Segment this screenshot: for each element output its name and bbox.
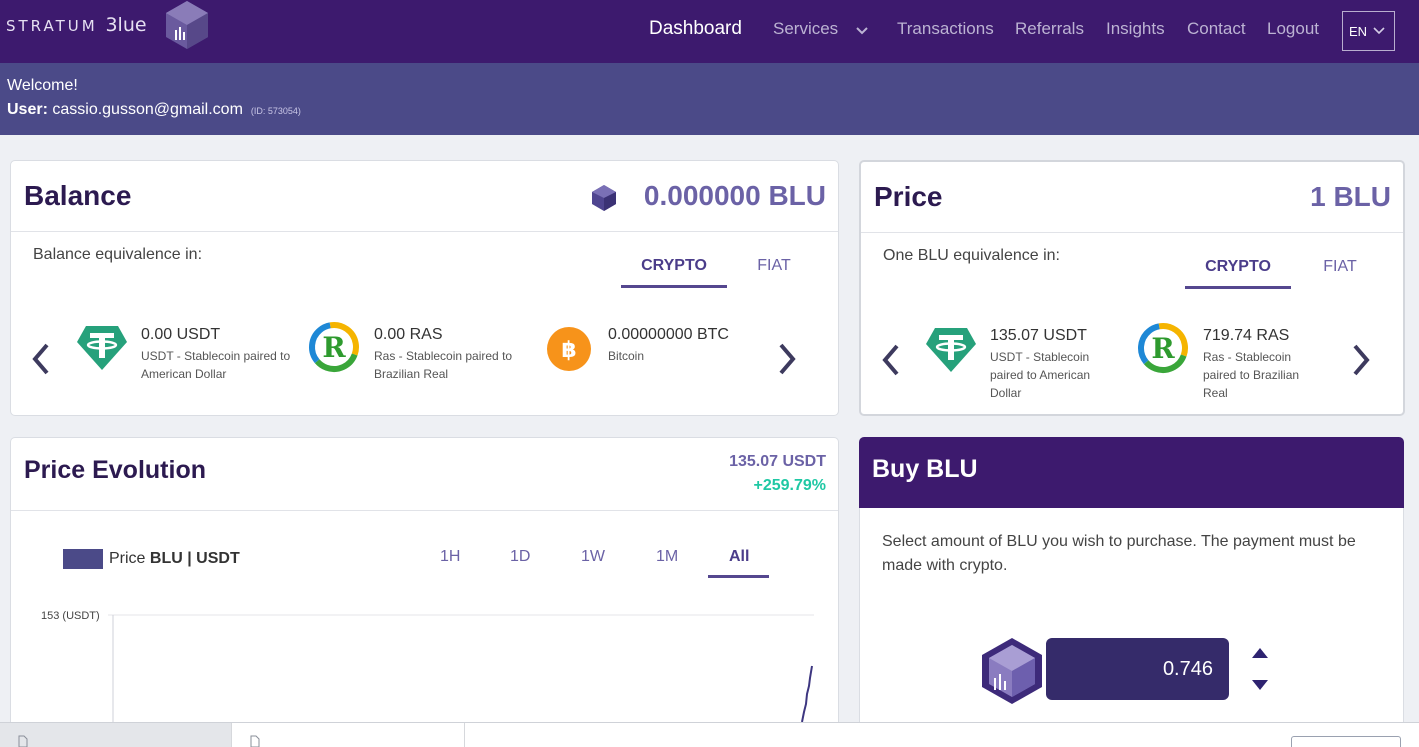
buy-blu-title: Buy BLU bbox=[872, 455, 978, 483]
current-price: 135.07 USDT bbox=[729, 453, 826, 470]
balance-equivalence-label: Balance equivalence in: bbox=[33, 246, 203, 263]
amount-increase-icon[interactable] bbox=[1252, 648, 1268, 658]
price-tab-fiat[interactable]: FIAT bbox=[1307, 258, 1373, 276]
price-value: 1 BLU bbox=[1310, 181, 1391, 212]
chart-legend: Price BLU | USDT bbox=[109, 550, 240, 567]
blu-token-icon bbox=[592, 185, 616, 211]
user-id: (ID: 573054) bbox=[250, 106, 301, 116]
user-info: User: cassio.gusson@gmail.com (ID: 573054… bbox=[7, 101, 301, 119]
price-ras-amount: 719.74 RAS bbox=[1203, 327, 1290, 344]
price-evolution-title: Price Evolution bbox=[24, 456, 206, 484]
svg-text:฿: ฿ bbox=[561, 338, 576, 363]
balance-value: 0.000000 BLU bbox=[643, 180, 826, 211]
price-card: Price 1 BLU One BLU equivalence in: CRYP… bbox=[859, 160, 1405, 416]
user-label: User: bbox=[7, 101, 48, 118]
show-all-downloads-button[interactable] bbox=[1291, 736, 1401, 747]
balance-tab-underline bbox=[621, 285, 727, 288]
price-change: +259.79% bbox=[753, 477, 826, 494]
nav-logout[interactable]: Logout bbox=[1267, 19, 1319, 39]
balance-ras-desc: Ras - Stablecoin paired to Brazilian Rea… bbox=[374, 349, 513, 381]
price-usdt-amount: 135.07 USDT bbox=[990, 327, 1087, 344]
bitcoin-icon: ฿ bbox=[547, 327, 591, 371]
language-value: EN bbox=[1349, 23, 1368, 39]
top-nav: STRATUM 3lue Dashboard Services Transact… bbox=[0, 0, 1419, 63]
divider bbox=[11, 510, 838, 511]
balance-usdt-amount: 0.00 USDT bbox=[141, 326, 221, 343]
divider bbox=[11, 231, 838, 232]
services-chevron-down-icon[interactable] bbox=[856, 27, 868, 35]
amount-decrease-icon[interactable] bbox=[1252, 680, 1268, 690]
file-icon bbox=[18, 735, 28, 747]
chart-legend-swatch bbox=[63, 549, 103, 569]
ras-icon: R bbox=[1138, 323, 1188, 373]
chart-y-top-label: 153 (USDT) bbox=[41, 610, 100, 622]
user-email: cassio.gusson@gmail.com bbox=[52, 101, 243, 118]
svg-text:R: R bbox=[322, 331, 346, 364]
balance-btc-desc: Bitcoin bbox=[608, 349, 645, 363]
nav-referrals[interactable]: Referrals bbox=[1015, 19, 1084, 39]
price-next-arrow-icon[interactable] bbox=[1349, 342, 1373, 378]
tether-icon bbox=[926, 328, 976, 372]
price-prev-arrow-icon[interactable] bbox=[879, 342, 903, 378]
balance-next-arrow-icon[interactable] bbox=[775, 341, 799, 377]
balance-tab-fiat[interactable]: FIAT bbox=[741, 257, 807, 275]
price-tab-underline bbox=[1185, 286, 1291, 289]
logo[interactable]: STRATUM 3lue bbox=[6, 0, 209, 50]
range-tab-1h[interactable]: 1H bbox=[440, 548, 460, 566]
logo-text: STRATUM 3lue bbox=[6, 14, 147, 36]
balance-ras-amount: 0.00 RAS bbox=[374, 326, 443, 343]
price-series-line bbox=[801, 665, 813, 722]
range-tab-all[interactable]: All bbox=[729, 548, 749, 566]
balance-btc-amount: 0.00000000 BTC bbox=[608, 326, 729, 343]
tether-icon bbox=[77, 326, 127, 370]
price-chart: 153 (USDT) bbox=[41, 610, 814, 722]
range-tab-1d[interactable]: 1D bbox=[510, 548, 530, 566]
nav-insights[interactable]: Insights bbox=[1106, 19, 1165, 39]
buy-blu-header: Buy BLU bbox=[859, 437, 1404, 508]
range-tab-1w[interactable]: 1W bbox=[581, 548, 605, 566]
price-equivalence-label: One BLU equivalence in: bbox=[883, 247, 1060, 264]
ras-icon: R bbox=[309, 322, 359, 372]
chevron-down-icon bbox=[1373, 27, 1385, 35]
divider bbox=[861, 232, 1403, 233]
price-ras-desc: Ras - Stablecoin paired to Brazilian Rea… bbox=[1203, 350, 1300, 400]
welcome-bar: Welcome! User: cassio.gusson@gmail.com (I… bbox=[0, 63, 1419, 135]
range-tab-1m[interactable]: 1M bbox=[656, 548, 678, 566]
price-usdt-desc: USDT - Stablecoin paired to American Dol… bbox=[990, 350, 1091, 400]
balance-card: Balance 0.000000 BLU Balance equivalence… bbox=[10, 160, 839, 416]
svg-text:R: R bbox=[1151, 332, 1175, 365]
buy-instructions: Select amount of BLU you wish to purchas… bbox=[882, 533, 1356, 574]
language-select[interactable]: EN bbox=[1342, 11, 1395, 51]
logo-cube-icon bbox=[165, 1, 208, 49]
balance-tab-crypto[interactable]: CRYPTO bbox=[621, 257, 727, 275]
nav-transactions[interactable]: Transactions bbox=[897, 19, 994, 39]
nav-contact[interactable]: Contact bbox=[1187, 19, 1246, 39]
download-item[interactable] bbox=[0, 723, 232, 747]
download-item[interactable] bbox=[232, 723, 465, 747]
downloads-bar bbox=[0, 722, 1419, 747]
balance-usdt-desc: USDT - Stablecoin paired to American Dol… bbox=[141, 349, 291, 381]
balance-title: Balance bbox=[24, 180, 132, 211]
nav-services[interactable]: Services bbox=[773, 19, 838, 39]
price-title: Price bbox=[874, 181, 943, 212]
blu-token-icon bbox=[982, 638, 1042, 704]
range-tab-underline bbox=[708, 575, 769, 578]
balance-prev-arrow-icon[interactable] bbox=[29, 341, 53, 377]
file-icon bbox=[250, 735, 260, 747]
nav-dashboard[interactable]: Dashboard bbox=[649, 18, 742, 40]
welcome-greeting: Welcome! bbox=[7, 77, 78, 94]
buy-blu-body: Select amount of BLU you wish to purchas… bbox=[859, 508, 1404, 747]
price-tab-crypto[interactable]: CRYPTO bbox=[1185, 258, 1291, 276]
blu-amount-input[interactable]: 0.746 bbox=[1046, 638, 1229, 700]
